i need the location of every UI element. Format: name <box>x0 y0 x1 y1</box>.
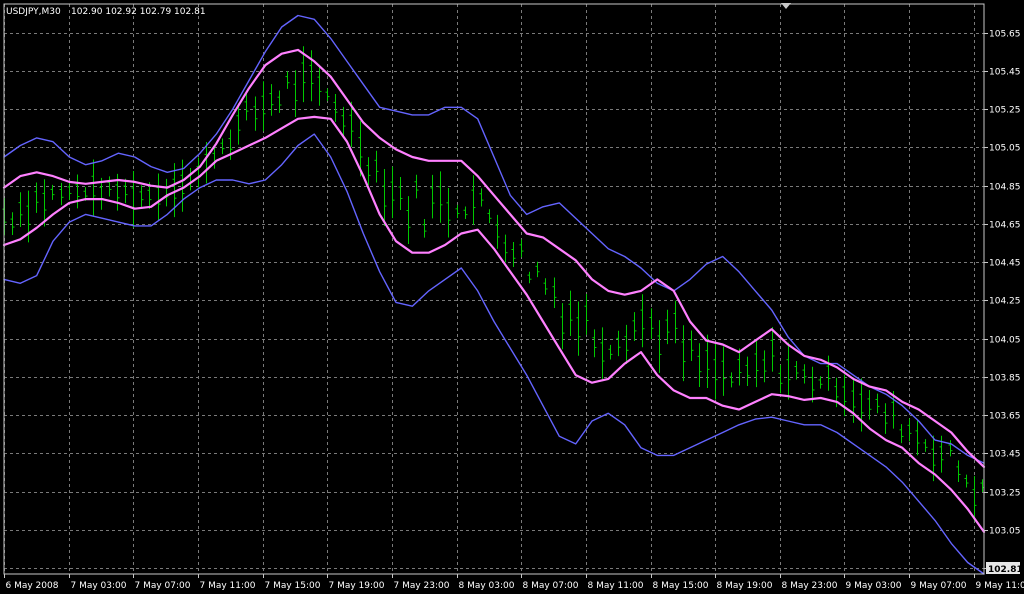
x-tick-label: 8 May 07:00 <box>523 581 579 591</box>
x-tick-label: 7 May 19:00 <box>329 581 385 591</box>
x-tick-label: 8 May 19:00 <box>717 581 773 591</box>
x-tick-label: 7 May 07:00 <box>135 581 191 591</box>
x-tick-label: 8 May 03:00 <box>459 581 515 591</box>
y-tick-label: 104.85 <box>989 183 1021 193</box>
x-tick-label: 8 May 23:00 <box>782 581 838 591</box>
price-chart[interactable]: 105.65 105.45 105.25 105.05 104.85 104.65 104.… <box>0 0 1024 594</box>
y-tick-label: 104.65 <box>989 221 1021 231</box>
x-tick-label: 7 May 15:00 <box>265 581 321 591</box>
y-tick-label: 105.45 <box>989 68 1021 78</box>
y-tick-label: 103.85 <box>989 374 1021 384</box>
y-tick-label: 105.25 <box>989 106 1021 116</box>
x-tick-label: 8 May 11:00 <box>588 581 644 591</box>
x-tick-label: 8 May 15:00 <box>653 581 709 591</box>
symbol-label: USDJPY,M30 <box>6 7 61 17</box>
y-tick-label: 103.65 <box>989 412 1021 422</box>
y-tick-label: 103.25 <box>989 489 1021 499</box>
x-tick-label: 6 May 2008 <box>6 581 59 591</box>
x-tick-label: 7 May 11:00 <box>200 581 256 591</box>
y-tick-label: 104.25 <box>989 297 1021 307</box>
y-tick-label: 105.05 <box>989 144 1021 154</box>
x-tick-label: 9 May 07:00 <box>911 581 967 591</box>
current-price-label: 102.81 <box>988 565 1023 575</box>
ohlc-label: 102.90 102.92 102.79 102.81 <box>71 7 206 17</box>
y-tick-label: 104.45 <box>989 259 1021 269</box>
x-tick-label: 9 May 03:00 <box>846 581 902 591</box>
price-tag: 102.81 <box>986 562 1023 575</box>
x-tick-label: 7 May 03:00 <box>71 581 127 591</box>
y-tick-label: 103.05 <box>989 527 1021 537</box>
price-axis: 105.65 105.45 105.25 105.05 104.85 104.65 104.… <box>984 30 1021 575</box>
x-tick-label: 9 May 11:00 <box>976 581 1024 591</box>
chart-background <box>0 0 1024 594</box>
y-tick-label: 104.05 <box>989 336 1021 346</box>
x-tick-label: 7 May 23:00 <box>394 581 450 591</box>
y-tick-label: 103.45 <box>989 450 1021 460</box>
y-tick-label: 105.65 <box>989 30 1021 40</box>
